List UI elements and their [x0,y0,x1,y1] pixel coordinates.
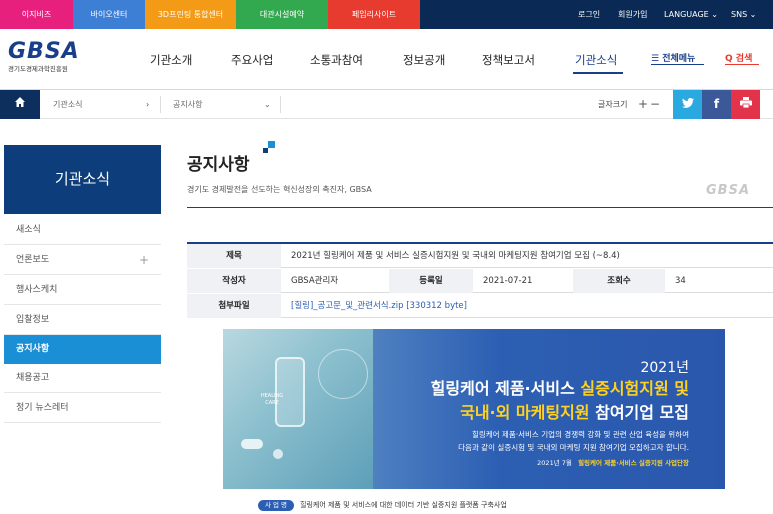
all-menu-button[interactable]: ☰ 전체메뉴 [651,51,695,64]
search-button[interactable]: Q 검색 [725,51,752,64]
sidebar-title: 기관소식 [4,145,161,214]
breadcrumb-level1[interactable]: 기관소식 [53,90,82,119]
breadcrumb: 기관소식 › 공지사항 ⌄ 글자크기 + − f [0,90,773,119]
login-link[interactable]: 로그인 [578,0,600,29]
gnav-policy-report[interactable]: 정책보고서 [482,52,535,68]
top-utility-bar: 이지비즈 바이오센터 3D프린팅 통합센터 대관시설예약 페임리사이트 로그인 … [0,0,773,29]
table-row-title: 제목 2021년 힐링케어 제품 및 서비스 실증시험지원 및 국내외 마케팅지… [187,244,773,268]
language-dropdown[interactable]: LANGUAGE ⌄ [664,0,718,29]
search-underline [725,64,759,65]
sidebar-item-label: 행사스케치 [16,285,58,295]
sidebar-item-label: 새소식 [16,225,41,235]
sidebar-item-newsletter[interactable]: 정기 뉴스레터 [4,394,161,423]
print-icon[interactable] [731,90,760,119]
quick-link-family-site[interactable]: 페임리사이트 [328,0,420,29]
healing-care-photo: HEALING CARE [223,329,373,489]
gnav-participation[interactable]: 소통과참여 [310,52,363,68]
breadcrumb-separator [160,96,161,113]
author-label: 작성자 [187,269,281,293]
banner-footer: 2021년 7월 힐링케어 제품·서비스 실증지원 사업단장 [537,457,689,467]
banner-headline-2: 국내·외 마케팅지원 참여기업 모집 [460,399,689,423]
title-decoration [268,141,275,148]
headline-highlight: 국내·외 마케팅지원 [460,403,590,422]
pill-icon [273,449,283,459]
twitter-icon[interactable] [673,90,702,119]
chevron-down-icon[interactable]: ⌄ [264,90,271,119]
attachment-label: 첨부파일 [187,294,281,318]
breadcrumb-level2[interactable]: 공지사항 [173,90,202,119]
banner-org: 힐링케어 제품·서비스 실증지원 사업단장 [578,459,689,467]
attachment-link[interactable]: [힐링]_공고문_및_관련서식.zip [330312 byte] [281,294,773,318]
title-value: 2021년 힐링케어 제품 및 서비스 실증시험지원 및 국내외 마케팅지원 참… [291,251,620,261]
sidebar-item-bid-info[interactable]: 입찰정보 [4,306,161,335]
pill-icon [241,439,263,449]
quick-link-easybiz[interactable]: 이지비즈 [0,0,73,29]
gnav-news[interactable]: 기관소식 [575,52,617,68]
font-decrease-button[interactable]: − [650,90,660,119]
banner-description-1: 힐링케어 제품·서비스 기업의 경쟁력 강화 및 관련 산업 육성을 위하여 [471,430,689,439]
title-label: 제목 [187,244,281,268]
banner-date: 2021년 7월 [537,459,572,467]
sidebar-item-label: 입찰정보 [16,315,50,325]
title-decoration [263,148,268,153]
banner-headline-1: 힐링케어 제품·서비스 실증시험지원 및 [431,375,689,399]
home-icon[interactable] [0,90,40,119]
title-divider [187,207,773,208]
author-value: GBSA관리자 [291,276,339,286]
project-name-badge: 사 업 명 [258,500,294,511]
facebook-icon[interactable]: f [702,90,731,119]
sidebar-item-event-sketch[interactable]: 행사스케치 [4,276,161,305]
views-label: 조회수 [573,269,665,293]
headline-text: 힐링케어 제품·서비스 [430,379,581,398]
sidebar-item-label: 정기 뉴스레터 [16,403,69,413]
gnav-business[interactable]: 주요사업 [231,52,273,68]
date-value: 2021-07-21 [483,276,533,286]
page-subtitle: 경기도 경제발전을 선도하는 혁신성장의 촉진자, GBSA [187,185,372,194]
table-row-meta: 작성자 GBSA관리자 등록일 2021-07-21 조회수 34 [187,269,773,293]
views-value: 34 [675,276,686,286]
headline-highlight: 실증시험지원 및 [580,379,689,398]
gbsa-watermark-logo: GBSA [706,183,751,198]
logo-mark: GBSA [8,39,80,64]
gnav-about[interactable]: 기관소개 [150,52,192,68]
font-size-label: 글자크기 [598,100,628,109]
quick-link-biocenter[interactable]: 바이오센터 [73,0,145,29]
sidebar-item-label: 공지사항 [16,344,50,354]
date-label: 등록일 [389,269,473,293]
quick-link-facility-booking[interactable]: 대관시설예약 [236,0,328,29]
printer-icon [739,97,752,109]
sidebar-item-recruit[interactable]: 채용공고 [4,364,161,393]
join-link[interactable]: 회원가입 [618,0,647,29]
all-menu-underline [651,64,704,65]
medicine-bottle-icon [275,357,305,427]
sidebar-item-news[interactable]: 새소식 [4,216,161,245]
twitter-bird-icon [681,98,694,108]
site-logo[interactable]: GBSA 경기도경제과학진흥원 [8,40,98,76]
font-increase-button[interactable]: + [638,90,648,119]
table-row-attachment: 첨부파일 [힐링]_공고문_및_관련서식.zip [330312 byte] [187,294,773,318]
headline-text: 참여기업 모집 [589,403,689,422]
photo-label: HEALING CARE [260,393,284,406]
breadcrumb-separator [280,96,281,113]
active-nav-underline [573,72,623,74]
gnav-disclosure[interactable]: 정보공개 [403,52,445,68]
sidebar-item-label: 언론보도 [16,255,50,265]
plus-icon[interactable]: + [139,246,149,275]
sidebar-item-notice[interactable]: 공지사항 [4,335,161,364]
banner-year: 2021년 [640,360,689,376]
banner-description-2: 다음과 같이 실증시험 및 국내외 마케팅 지원 참여기업 모집하고자 합니다. [458,443,689,452]
decorative-circle [318,349,368,399]
sidebar-item-press[interactable]: 언론보도 + [4,246,161,275]
chevron-right-icon[interactable]: › [146,90,149,119]
page-title: 공지사항 [187,155,250,175]
quick-link-3dprinting[interactable]: 3D프린팅 통합센터 [145,0,236,29]
house-icon [15,97,25,107]
notice-banner-image: HEALING CARE 2021년 힐링케어 제품·서비스 실증시험지원 및 … [223,329,725,489]
logo-subtitle: 경기도경제과학진흥원 [8,65,68,73]
project-name-text: 힐링케어 제품 및 서비스에 대한 데이터 기반 실증지원 플랫폼 구축사업 [300,501,507,509]
sns-dropdown[interactable]: SNS ⌄ [731,0,756,29]
sidebar-item-label: 채용공고 [16,373,50,383]
